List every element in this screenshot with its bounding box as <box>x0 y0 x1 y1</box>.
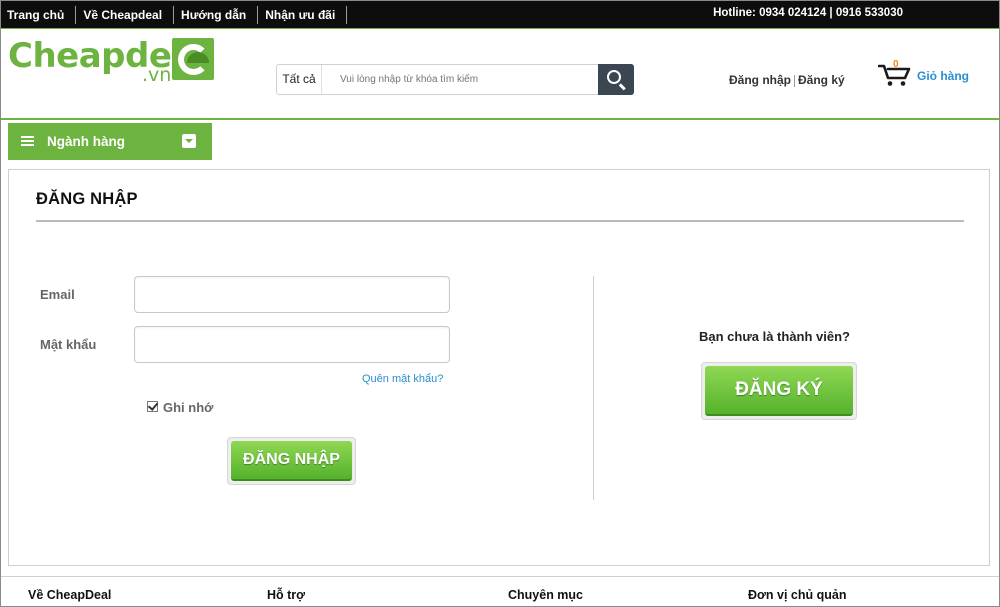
footer-col-owner: Đơn vị chủ quản <box>748 588 847 602</box>
search-category-select[interactable]: Tất cả <box>277 65 322 94</box>
forgot-password-link[interactable]: Quên mật khẩu? <box>362 373 443 385</box>
site-logo[interactable]: Cheapdeal .vn <box>8 37 218 85</box>
register-prompt: Bạn chưa là thành viên? <box>699 329 850 344</box>
logo-suffix: .vn <box>142 64 172 86</box>
search-input[interactable] <box>324 68 594 91</box>
auth-links: Đăng nhập Đăng ký <box>729 73 845 87</box>
nav-home[interactable]: Trang chủ <box>1 5 77 24</box>
register-link[interactable]: Đăng ký <box>798 73 845 87</box>
cart-count-badge: 0 <box>893 59 899 70</box>
login-button-wrap: ĐĂNG NHẬP <box>227 437 356 485</box>
nav-guide[interactable]: Hướng dẫn <box>174 5 259 24</box>
top-bar: Trang chủ Về Cheapdeal Hướng dẫn Nhận ưu… <box>1 1 999 28</box>
nav-offers[interactable]: Nhận ưu đãi <box>258 5 348 24</box>
footer-col-support: Hỗ trợ <box>267 588 306 602</box>
cart-button[interactable]: 0 Giỏ hàng <box>878 59 973 91</box>
page-title: ĐĂNG NHẬP <box>36 190 138 208</box>
header: Cheapdeal .vn Tất cả Đăng nhập Đăng ký 0 … <box>1 28 999 120</box>
search-bar: Tất cả <box>276 64 634 95</box>
search-button[interactable] <box>598 64 634 95</box>
password-field[interactable] <box>134 326 450 363</box>
email-label: Email <box>40 287 75 302</box>
logo-mark-icon <box>172 38 214 80</box>
register-button-wrap: ĐĂNG KÝ <box>701 362 857 420</box>
password-label: Mật khẩu <box>40 337 97 352</box>
login-panel: ĐĂNG NHẬP Email Mật khẩu Quên mật khẩu? … <box>8 169 990 566</box>
auth-divider <box>794 74 795 87</box>
footer: Về CheapDeal Hỗ trợ Chuyên mục Đơn vị ch… <box>1 576 999 607</box>
remember-label: Ghi nhớ <box>163 400 214 415</box>
nav-about[interactable]: Về Cheapdeal <box>76 5 175 24</box>
remember-checkbox[interactable] <box>147 401 158 412</box>
footer-col-about: Về CheapDeal <box>28 588 112 602</box>
hotline: Hotline: 0934 024124 | 0916 533030 <box>713 7 903 19</box>
category-menu-label: Ngành hàng <box>47 134 125 149</box>
menu-icon <box>21 136 34 146</box>
login-link[interactable]: Đăng nhập <box>729 73 791 87</box>
email-field[interactable] <box>134 276 450 313</box>
login-button[interactable]: ĐĂNG NHẬP <box>231 441 352 481</box>
title-divider <box>36 220 964 222</box>
register-button[interactable]: ĐĂNG KÝ <box>705 366 853 416</box>
chevron-down-icon <box>182 134 196 148</box>
footer-col-categories: Chuyên mục <box>508 588 584 602</box>
top-nav: Trang chủ Về Cheapdeal Hướng dẫn Nhận ưu… <box>1 1 348 28</box>
category-menu-button[interactable]: Ngành hàng <box>8 123 212 160</box>
column-divider <box>593 276 594 500</box>
cart-label: Giỏ hàng <box>917 69 969 83</box>
